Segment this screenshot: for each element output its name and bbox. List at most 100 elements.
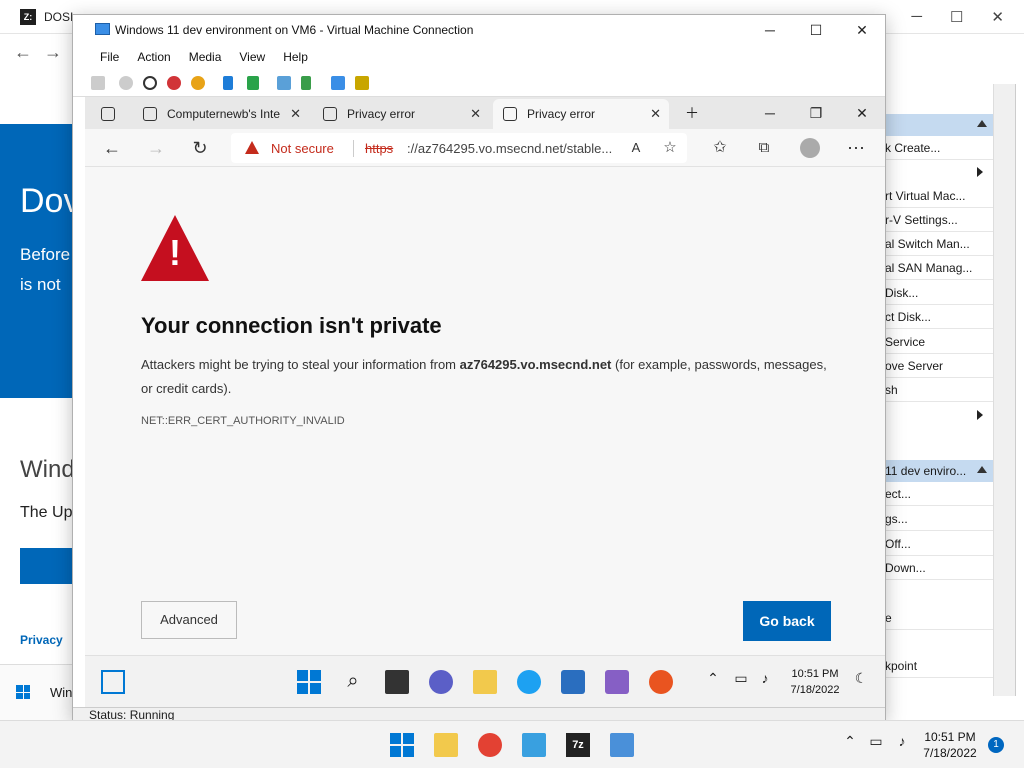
error-page: ! Your connection isn't private Attacker… [85,167,885,655]
notification-badge[interactable]: 1 [988,737,1004,753]
start-icon[interactable] [119,76,133,90]
tab-privacy-error-active[interactable]: Privacy error ✕ [493,99,669,129]
action-item[interactable]: Service [885,330,993,354]
file-explorer-icon[interactable] [434,733,458,757]
ubuntu-icon[interactable] [649,670,673,694]
maximize-icon[interactable]: ☐ [950,8,963,26]
volume-icon[interactable]: ♪ [753,670,777,694]
restore-button[interactable]: ❐ [793,97,839,129]
url-input[interactable]: Not secure https ://az764295.vo.msecnd.n… [231,133,687,163]
save-state-icon[interactable] [191,76,205,90]
url-divider [353,140,354,157]
widgets-icon[interactable] [101,670,125,694]
minimize-button[interactable]: ─ [747,97,793,129]
close-icon[interactable]: ✕ [991,8,1004,26]
minimize-icon[interactable]: ─ [911,8,922,26]
task-view-icon[interactable] [385,670,409,694]
action-item[interactable]: e [885,606,993,630]
checkpoint-icon[interactable] [277,76,291,90]
action-item[interactable]: Disk... [885,281,993,305]
network-icon[interactable]: ▭ [729,670,753,694]
action-item[interactable]: al SAN Manag... [885,256,993,280]
action-item[interactable]: ove Server [885,354,993,378]
action-item[interactable]: Off... [885,532,993,556]
resume-icon[interactable] [247,76,259,90]
ctrl-alt-del-icon[interactable] [91,76,105,90]
tab-privacy-error[interactable]: Privacy error ✕ [313,99,489,129]
error-code: NET::ERR_CERT_AUTHORITY_INVALID [141,415,345,427]
action-item[interactable]: sh [885,378,993,402]
close-tab-icon[interactable]: ✕ [650,99,661,129]
action-item[interactable]: gs... [885,507,993,531]
show-hidden-icons-icon[interactable]: ⌃ [838,733,862,757]
store-icon[interactable] [561,670,585,694]
close-tab-icon[interactable]: ✕ [290,99,301,129]
action-item[interactable]: Down... [885,556,993,580]
download-button[interactable] [20,548,72,584]
focus-assist-icon[interactable]: ☾ [849,670,873,694]
actions-header[interactable] [885,114,993,136]
start-button-icon[interactable] [297,670,321,694]
new-tab-icon[interactable]: ＋ [669,97,715,129]
not-secure-label[interactable]: Not secure [271,141,334,156]
collapse-icon[interactable] [977,466,987,473]
menu-action[interactable]: Action [128,45,179,69]
chrome-icon[interactable] [478,733,502,757]
more-menu-icon[interactable]: ⋯ [843,135,869,161]
file-explorer-icon[interactable] [473,670,497,694]
action-item[interactable]: al Switch Man... [885,232,993,256]
menu-media[interactable]: Media [180,45,231,69]
go-back-button[interactable]: Go back [743,601,831,641]
read-aloud-icon[interactable]: A [623,135,649,161]
tab-actions-button[interactable] [85,99,129,129]
7zip-icon[interactable]: 7z [566,733,590,757]
pause-icon[interactable] [223,76,233,90]
close-button[interactable]: ✕ [839,15,885,45]
shutdown-icon[interactable] [167,76,181,90]
visual-studio-icon[interactable] [605,670,629,694]
tab-computernewb[interactable]: Computernewb's Inte ✕ [133,99,309,129]
network-icon[interactable]: ▭ [864,733,888,757]
search-icon[interactable]: ⌕ [341,670,365,694]
action-item[interactable]: ect... [885,482,993,506]
close-tab-icon[interactable]: ✕ [470,99,481,129]
show-hidden-icons-icon[interactable]: ⌃ [701,670,725,694]
add-favorite-icon[interactable]: ☆ [657,135,683,161]
action-item[interactable]: r-V Settings... [885,208,993,232]
hyperv-manager-icon[interactable] [610,733,634,757]
start-button-icon[interactable] [390,733,414,757]
action-item[interactable]: kpoint [885,654,993,678]
enhanced-session-icon[interactable] [331,76,345,90]
minimize-button[interactable]: ─ [747,15,793,45]
turn-off-icon[interactable] [143,76,157,90]
section-heading: Wind [20,456,72,483]
maximize-button[interactable]: ☐ [793,15,839,45]
scrollbar[interactable] [993,84,1015,696]
action-item[interactable]: rt Virtual Mac... [885,184,993,208]
collections-icon[interactable]: ⧉ [751,135,777,161]
revert-icon[interactable] [301,76,311,90]
edge-icon[interactable] [517,670,541,694]
refresh-icon[interactable]: ↻ [187,135,213,161]
guest-clock[interactable]: 10:51 PM 7/18/2022 [785,666,845,698]
forward-arrow-icon[interactable]: → [44,42,62,63]
advanced-button[interactable]: Advanced [141,601,237,639]
host-clock[interactable]: 10:51 PM 7/18/2022 [920,729,980,761]
back-arrow-icon[interactable]: ← [14,42,32,63]
action-item[interactable]: k Create... [885,136,993,160]
menu-view[interactable]: View [230,45,274,69]
close-button[interactable]: ✕ [839,97,885,129]
menu-help[interactable]: Help [274,45,317,69]
volume-icon[interactable]: ♪ [890,733,914,757]
profile-avatar[interactable] [797,135,823,161]
server-manager-icon[interactable] [522,733,546,757]
collapse-icon[interactable] [977,120,987,127]
action-item[interactable]: ct Disk... [885,305,993,329]
menu-file[interactable]: File [91,45,128,69]
share-icon[interactable] [355,76,369,90]
favorites-icon[interactable]: ✩ [707,135,733,161]
vm-section-header[interactable]: 11 dev enviro... [885,460,993,482]
privacy-link[interactable]: Privacy [20,633,63,647]
chat-icon[interactable] [429,670,453,694]
back-icon[interactable]: ← [99,135,125,161]
